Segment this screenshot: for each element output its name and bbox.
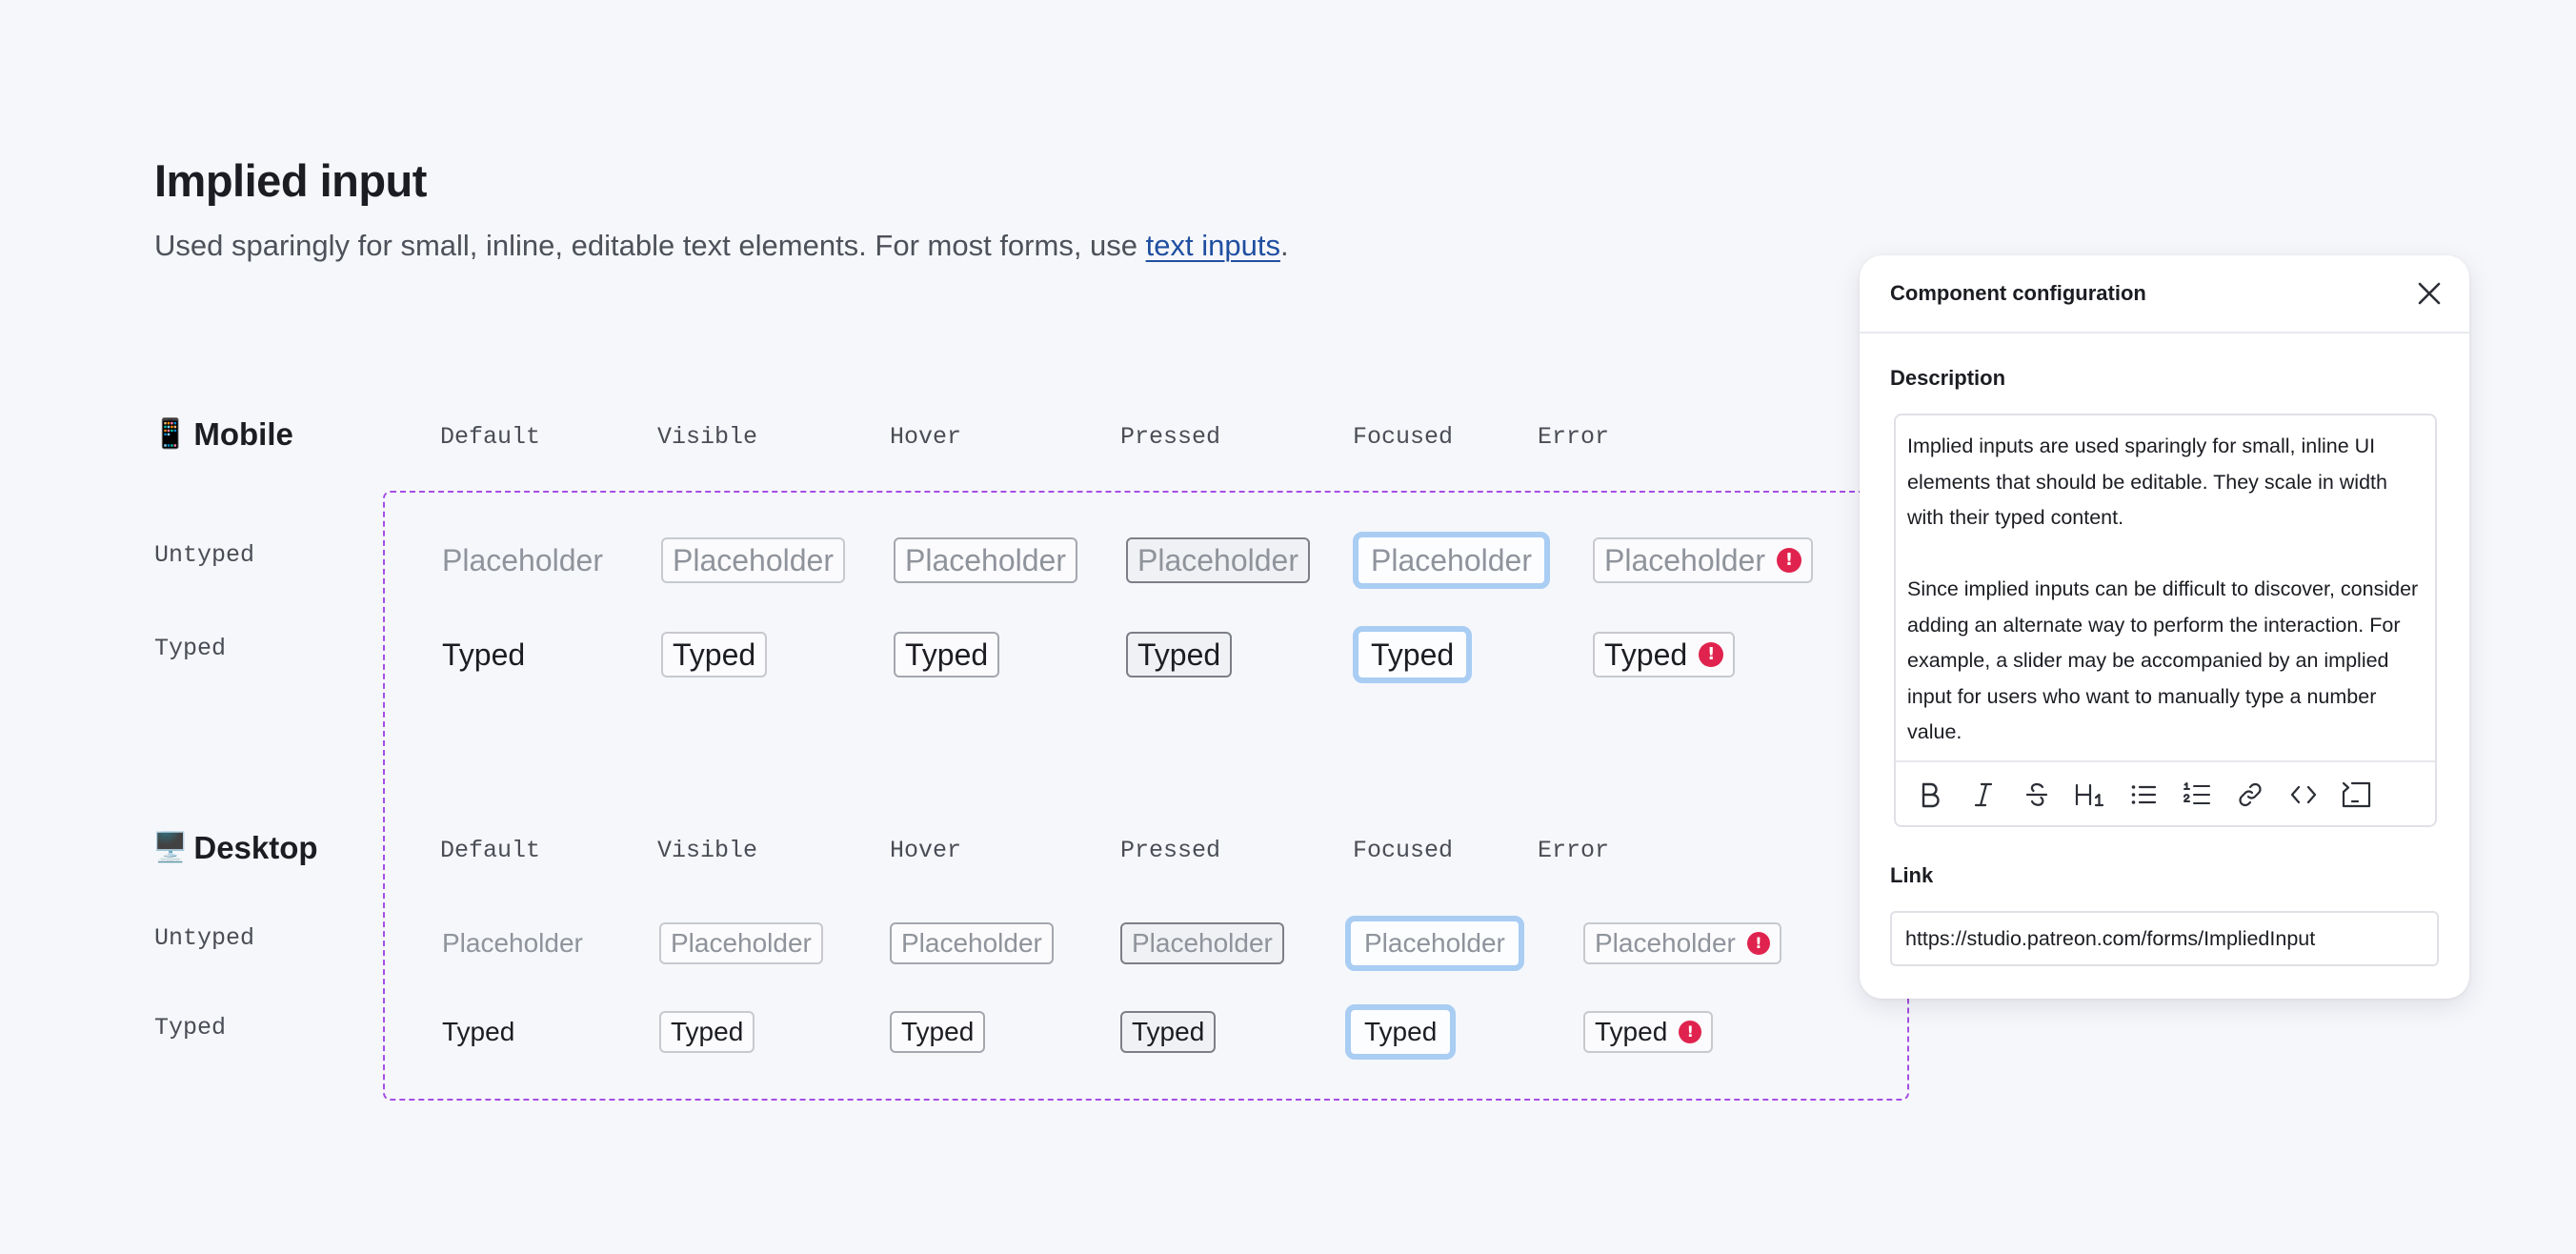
- col-head-error: Error: [1538, 837, 1610, 864]
- mobile-typed-focused-input[interactable]: Typed: [1353, 626, 1473, 683]
- desktop-untyped-visible-input[interactable]: Placeholder: [659, 922, 823, 964]
- page-subtitle: Used sparingly for small, inline, editab…: [154, 229, 1289, 262]
- error-icon: !: [1746, 932, 1770, 955]
- desktop-untyped-focused-input[interactable]: Placeholder: [1345, 916, 1524, 971]
- mobile-untyped-default-input[interactable]: Placeholder: [440, 537, 605, 583]
- link-label: Link: [1890, 863, 1934, 887]
- col-head-pressed: Pressed: [1120, 837, 1221, 864]
- strikethrough-button[interactable]: [2020, 778, 2054, 812]
- desktop-section-title: 🖥️ Desktop: [152, 827, 318, 869]
- mobile-typed-visible-input[interactable]: Typed: [661, 632, 768, 678]
- col-head-error: Error: [1538, 423, 1610, 451]
- desktop-typed-focused-input[interactable]: Typed: [1345, 1004, 1457, 1060]
- strikethrough-icon: [2025, 782, 2048, 806]
- mobile-untyped-focused-input[interactable]: Placeholder: [1353, 532, 1550, 589]
- numbered-list-icon: [2184, 782, 2210, 804]
- mobile-untyped-visible-input[interactable]: Placeholder: [661, 537, 845, 583]
- desktop-untyped-hover-input[interactable]: Placeholder: [890, 922, 1054, 964]
- row-label-untyped: Untyped: [154, 541, 255, 569]
- close-button[interactable]: [2410, 274, 2448, 313]
- mobile-phone-icon: 📱: [152, 418, 189, 450]
- page-title: Implied input: [154, 155, 427, 206]
- heading-icon: [2075, 783, 2104, 807]
- mobile-untyped-hover-input[interactable]: Placeholder: [894, 537, 1077, 583]
- description-label: Description: [1890, 366, 2006, 390]
- desktop-untyped-error-input[interactable]: Placeholder!: [1583, 922, 1781, 964]
- row-label-typed: Typed: [154, 635, 227, 662]
- desktop-typed-visible-input[interactable]: Typed: [659, 1011, 755, 1053]
- desktop-untyped-pressed-input[interactable]: Placeholder: [1120, 922, 1284, 964]
- code-button[interactable]: [2286, 778, 2321, 812]
- italic-button[interactable]: [1966, 778, 2001, 812]
- desktop-typed-pressed-input[interactable]: Typed: [1120, 1011, 1217, 1053]
- desktop-monitor-icon: 🖥️: [152, 832, 189, 863]
- mobile-section-title: 📱 Mobile: [152, 414, 293, 455]
- desktop-untyped-default-input[interactable]: Placeholder: [440, 922, 585, 964]
- description-editor[interactable]: Implied inputs are used sparingly for sm…: [1894, 414, 2437, 827]
- code-icon: [2290, 785, 2317, 804]
- row-label-typed: Typed: [154, 1014, 227, 1042]
- desktop-typed-error-input[interactable]: Typed!: [1583, 1011, 1714, 1053]
- description-text[interactable]: Implied inputs are used sparingly for sm…: [1907, 429, 2425, 751]
- text-inputs-link[interactable]: text inputs: [1146, 229, 1280, 262]
- col-head-default: Default: [440, 423, 541, 451]
- desktop-typed-hover-input[interactable]: Typed: [890, 1011, 986, 1053]
- mobile-untyped-error-input[interactable]: Placeholder!: [1593, 537, 1813, 583]
- desktop-typed-default-input[interactable]: Typed: [440, 1011, 516, 1053]
- panel-header: Component configuration: [1860, 255, 2469, 334]
- error-icon: !: [1777, 548, 1801, 573]
- mobile-typed-default-input[interactable]: Typed: [440, 632, 527, 678]
- col-head-focused: Focused: [1353, 837, 1454, 864]
- close-icon: [2418, 282, 2441, 305]
- error-icon: !: [1699, 642, 1724, 667]
- numbered-list-button[interactable]: [2180, 778, 2214, 812]
- col-head-hover: Hover: [890, 837, 962, 864]
- italic-icon: [1974, 782, 1993, 807]
- col-head-focused: Focused: [1353, 423, 1454, 451]
- link-icon: [2239, 782, 2262, 807]
- mobile-typed-pressed-input[interactable]: Typed: [1126, 632, 1233, 678]
- code-block-icon: [2342, 781, 2371, 808]
- col-head-default: Default: [440, 837, 541, 864]
- row-label-untyped: Untyped: [154, 924, 255, 952]
- heading-button[interactable]: [2073, 778, 2107, 812]
- bullet-list-icon: [2131, 785, 2157, 804]
- mobile-untyped-pressed-input[interactable]: Placeholder: [1126, 537, 1310, 583]
- formatting-toolbar: [1896, 760, 2435, 827]
- link-button[interactable]: [2233, 778, 2267, 812]
- link-input[interactable]: [1890, 911, 2439, 966]
- code-block-button[interactable]: [2340, 778, 2374, 812]
- col-head-hover: Hover: [890, 423, 962, 451]
- col-head-visible: Visible: [657, 423, 758, 451]
- bullet-list-button[interactable]: [2126, 778, 2161, 812]
- bold-icon: [1922, 782, 1940, 808]
- mobile-typed-hover-input[interactable]: Typed: [894, 632, 1000, 678]
- col-head-visible: Visible: [657, 837, 758, 864]
- component-configuration-panel: Component configuration Description Impl…: [1860, 255, 2469, 999]
- mobile-typed-error-input[interactable]: Typed!: [1593, 632, 1736, 678]
- error-icon: !: [1679, 1021, 1702, 1043]
- bold-button[interactable]: [1913, 778, 1947, 812]
- panel-title: Component configuration: [1890, 281, 2146, 305]
- col-head-pressed: Pressed: [1120, 423, 1221, 451]
